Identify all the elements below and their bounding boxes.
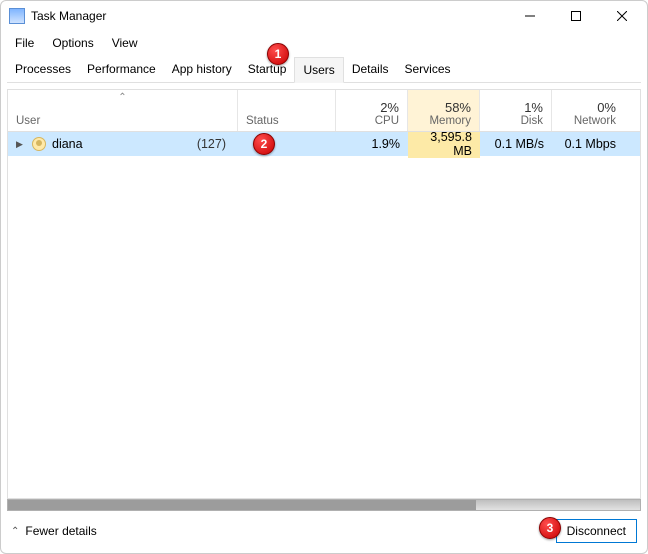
menu-options[interactable]: Options	[44, 33, 101, 53]
window-controls	[507, 1, 645, 31]
tab-app-history[interactable]: App history	[164, 57, 240, 82]
user-icon	[32, 137, 46, 151]
footer: ⌃ Fewer details 3 Disconnect	[1, 511, 647, 553]
user-name: diana	[52, 137, 83, 151]
sort-indicator-icon: ⌃	[118, 92, 126, 103]
cell-network: 0.1 Mbps	[552, 137, 624, 151]
menu-file[interactable]: File	[7, 33, 42, 53]
column-network-pct: 0%	[597, 100, 616, 115]
callout-3: 3	[539, 517, 561, 539]
column-cpu-label: CPU	[375, 115, 399, 127]
column-status[interactable]: Status	[238, 90, 336, 131]
column-memory-pct: 58%	[445, 100, 471, 115]
menu-bar: File Options View	[1, 31, 647, 55]
horizontal-scrollbar[interactable]	[7, 499, 641, 511]
chevron-up-icon: ⌃	[11, 526, 19, 537]
window-title: Task Manager	[31, 9, 106, 23]
table-body: ▶ diana (127) 1.9% 3,595.8 MB 0.1 MB/s 0…	[8, 132, 640, 498]
column-user-label: User	[16, 115, 229, 127]
column-headers: ⌃ User Status 2% CPU 58% Memory 1% Disk …	[8, 90, 640, 132]
table-row[interactable]: ▶ diana (127) 1.9% 3,595.8 MB 0.1 MB/s 0…	[8, 132, 640, 156]
title-bar: Task Manager	[1, 1, 647, 31]
column-user[interactable]: ⌃ User	[8, 90, 238, 131]
users-table: ⌃ User Status 2% CPU 58% Memory 1% Disk …	[7, 89, 641, 499]
column-disk[interactable]: 1% Disk	[480, 90, 552, 131]
menu-view[interactable]: View	[104, 33, 146, 53]
tab-processes[interactable]: Processes	[7, 57, 79, 82]
app-icon	[9, 8, 25, 24]
scrollbar-thumb[interactable]	[8, 500, 476, 510]
tab-performance[interactable]: Performance	[79, 57, 164, 82]
callout-2: 2	[253, 133, 275, 155]
column-memory-label: Memory	[429, 115, 471, 127]
tab-bar: Processes Performance App history Startu…	[7, 57, 641, 83]
fewer-details-button[interactable]: ⌃ Fewer details	[11, 524, 97, 538]
column-network-label: Network	[574, 115, 616, 127]
disconnect-button[interactable]: Disconnect	[556, 519, 637, 543]
minimize-button[interactable]	[507, 1, 553, 31]
column-status-label: Status	[246, 115, 327, 127]
cell-memory: 3,595.8 MB	[408, 132, 480, 158]
callout-1: 1	[267, 43, 289, 65]
close-button[interactable]	[599, 1, 645, 31]
column-disk-label: Disk	[521, 115, 543, 127]
column-memory[interactable]: 58% Memory	[408, 90, 480, 131]
tab-services[interactable]: Services	[397, 57, 459, 82]
maximize-button[interactable]	[553, 1, 599, 31]
column-disk-pct: 1%	[524, 100, 543, 115]
column-cpu[interactable]: 2% CPU	[336, 90, 408, 131]
fewer-details-label: Fewer details	[25, 524, 96, 538]
tab-users[interactable]: Users	[294, 57, 343, 83]
tab-details[interactable]: Details	[344, 57, 397, 82]
column-network[interactable]: 0% Network	[552, 90, 624, 131]
cell-disk: 0.1 MB/s	[480, 137, 552, 151]
column-cpu-pct: 2%	[380, 100, 399, 115]
cell-user: ▶ diana (127)	[8, 137, 238, 151]
cell-cpu: 1.9%	[336, 137, 408, 151]
process-count: (127)	[197, 137, 230, 151]
expand-icon[interactable]: ▶	[16, 139, 26, 150]
